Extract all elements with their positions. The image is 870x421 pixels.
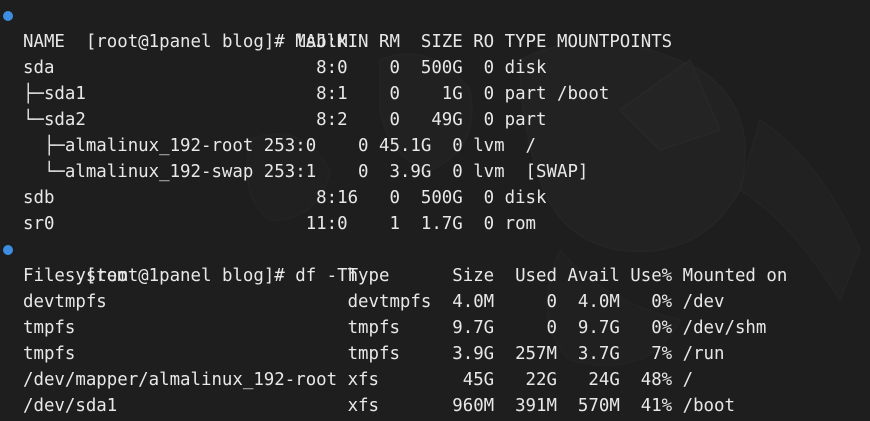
output-line: devtmpfs devtmpfs 4.0M 0 4.0M 0% /dev [23, 292, 725, 312]
output-line: NAME MAJ:MIN RM SIZE RO TYPE MOUNTPOINTS [23, 32, 673, 52]
output-line: ├─almalinux_192-root 253:0 0 45.1G 0 lvm… [23, 136, 537, 156]
output-line: tmpfs tmpfs 3.9G 257M 3.7G 7% /run [23, 344, 725, 364]
output-line: /dev/sda1 xfs 960M 391M 570M 41% /boot [23, 396, 735, 416]
command-line: [root@1panel blog]# lsblk [0, 3, 870, 52]
output-line: sr0 11:0 1 1.7G 0 rom [23, 214, 537, 234]
output-line: └─almalinux_192-swap 253:1 0 3.9G 0 lvm … [23, 162, 589, 182]
output-line: sda 8:0 0 500G 0 disk [23, 58, 547, 78]
output-line: Filesystem Type Size Used Avail Use% Mou… [23, 266, 788, 286]
command-line: [root@1panel blog]# df -Th [0, 237, 870, 286]
output-line: ├─sda1 8:1 0 1G 0 part /boot [23, 84, 610, 104]
output-line: tmpfs tmpfs 9.7G 0 9.7G 0% /dev/shm [23, 318, 767, 338]
terminal-output: [root@1panel blog]# lsblk NAME MAJ:MIN R… [0, 3, 870, 419]
command-status-dot-icon[interactable] [3, 245, 13, 255]
terminal-window[interactable]: [root@1panel blog]# lsblk NAME MAJ:MIN R… [0, 0, 870, 421]
output-line: /dev/mapper/almalinux_192-root xfs 45G 2… [23, 370, 694, 390]
output-line: sdb 8:16 0 500G 0 disk [23, 188, 547, 208]
output-line: └─sda2 8:2 0 49G 0 part [23, 110, 547, 130]
command-status-dot-icon[interactable] [3, 11, 13, 21]
